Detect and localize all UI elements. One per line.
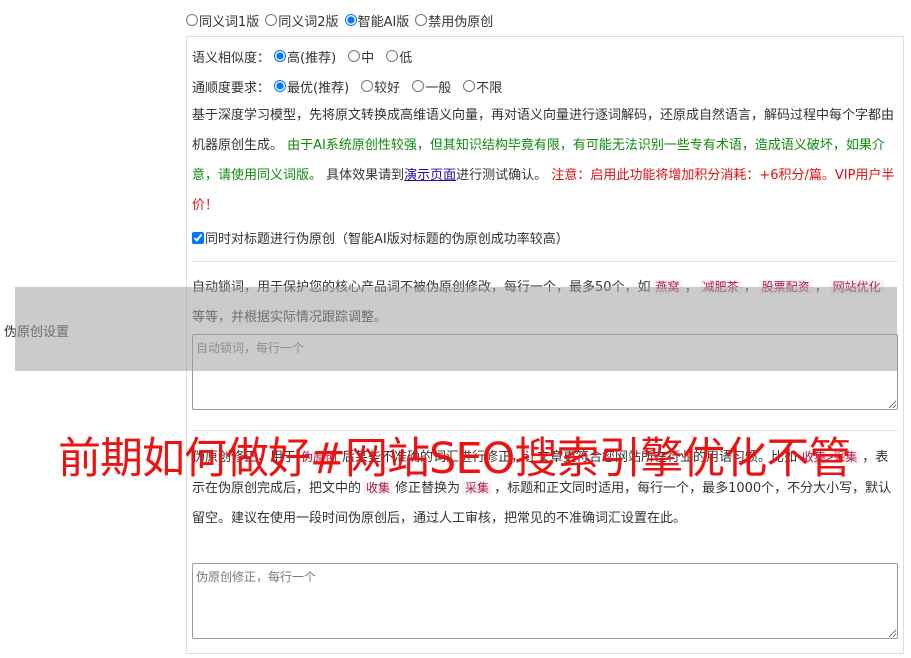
description-text: 具体效果请到 (322, 168, 405, 183)
lock-word-example: 股票配资 (758, 280, 813, 294)
fluency-option-best[interactable]: 最优(推荐) (274, 77, 349, 96)
fluency-label: 通顺度要求： (192, 80, 271, 96)
ai-description: 基于深度学习模型，先将原文转换成高维语义向量，再对语义向量进行逐词解码，还原成自… (192, 101, 898, 221)
divider (192, 261, 898, 262)
section-label: 伪原创设置 (4, 325, 70, 340)
similarity-row: 语义相似度： 高(推荐) 中 低 (192, 46, 424, 66)
mode-radio-group: 同义词1版 同义词2版 智能AI版 禁用伪原创 (186, 10, 499, 30)
mode-radio-synonym2[interactable] (265, 14, 278, 26)
divider (192, 430, 898, 431)
lock-word-example: 燕窝 (652, 280, 683, 294)
title-rewrite-label: 同时对标题进行伪原创（智能AI版对标题的伪原创成功率较高） (205, 232, 569, 247)
mode-option-synonym2[interactable]: 同义词2版 (265, 11, 339, 30)
fluency-option-label: 不限 (476, 80, 503, 96)
title-rewrite-checkbox[interactable] (192, 231, 204, 244)
similarity-option-label: 低 (399, 50, 413, 66)
similarity-option-label: 高(推荐) (287, 50, 337, 66)
similarity-label: 语义相似度： (192, 50, 271, 66)
mode-option-synonym1[interactable]: 同义词1版 (186, 11, 259, 30)
mode-option-label: 禁用伪原创 (428, 14, 494, 30)
mode-radio-disable[interactable] (415, 14, 428, 26)
fluency-option-good[interactable]: 较好 (361, 77, 400, 96)
demo-page-link[interactable]: 演示页面 (404, 168, 456, 183)
fluency-option-normal[interactable]: 一般 (412, 77, 451, 96)
similarity-option-low[interactable]: 低 (386, 47, 412, 66)
similarity-radio-high[interactable] (274, 50, 287, 62)
correction-tag: 采集 (462, 481, 493, 495)
mode-radio-ai[interactable] (344, 14, 357, 26)
fluency-radio-good[interactable] (361, 80, 374, 92)
fluency-radio-best[interactable] (274, 80, 287, 92)
similarity-option-mid[interactable]: 中 (348, 47, 374, 66)
mode-option-ai[interactable]: 智能AI版 (344, 11, 410, 30)
fluency-option-label: 一般 (425, 80, 452, 96)
mode-option-disable[interactable]: 禁用伪原创 (415, 11, 493, 30)
correction-text: 后某些不准确的词汇进行修正，让文章更符合您网站所在行业的用语习惯。比如 (342, 450, 798, 465)
description-text: 进行测试确认。 (456, 168, 552, 183)
similarity-radio-mid[interactable] (348, 50, 361, 62)
fluency-row: 通顺度要求： 最优(推荐) 较好 一般 不限 (192, 76, 514, 96)
correction-tag: 收集 (363, 481, 394, 495)
mode-option-label: 同义词2版 (278, 14, 339, 30)
lock-words-text: 等等，并根据实际情况跟踪调整。 (192, 310, 388, 325)
mode-option-label: 同义词1版 (199, 14, 260, 30)
fluency-option-label: 较好 (374, 80, 401, 96)
lock-words-text: 自动锁词，用于保护您的核心产品词不被伪原创修改，每行一个，最多50个，如 (192, 280, 651, 295)
similarity-option-label: 中 (361, 50, 375, 66)
lock-word-example: 网站优化 (829, 280, 884, 294)
correction-tag: 收集>采集 (799, 450, 861, 464)
lock-words-input[interactable] (192, 334, 898, 410)
fluency-radio-any[interactable] (463, 80, 476, 92)
similarity-radio-low[interactable] (386, 50, 399, 62)
mode-radio-synonym1[interactable] (186, 14, 198, 26)
correction-text: 修正替换为 (395, 481, 461, 496)
correction-description: 伪原创修正，用于 伪原创 后某些不准确的词汇进行修正，让文章更符合您网站所在行业的用… (192, 442, 898, 534)
fluency-radio-normal[interactable] (412, 80, 425, 92)
correction-input[interactable] (192, 563, 898, 639)
lock-words-description: 自动锁词，用于保护您的核心产品词不被伪原创修改，每行一个，最多50个，如 燕窝，减… (192, 272, 898, 333)
correction-text: 伪原创修正，用于 (192, 450, 297, 465)
correction-tag: 伪原创 (298, 450, 341, 464)
similarity-option-high[interactable]: 高(推荐) (274, 47, 336, 66)
fluency-option-any[interactable]: 不限 (463, 77, 502, 96)
mode-option-label: 智能AI版 (357, 14, 410, 30)
fluency-option-label: 最优(推荐) (287, 80, 350, 96)
title-rewrite-option[interactable]: 同时对标题进行伪原创（智能AI版对标题的伪原创成功率较高） (192, 228, 569, 247)
lock-word-example: 减肥茶 (699, 280, 742, 294)
